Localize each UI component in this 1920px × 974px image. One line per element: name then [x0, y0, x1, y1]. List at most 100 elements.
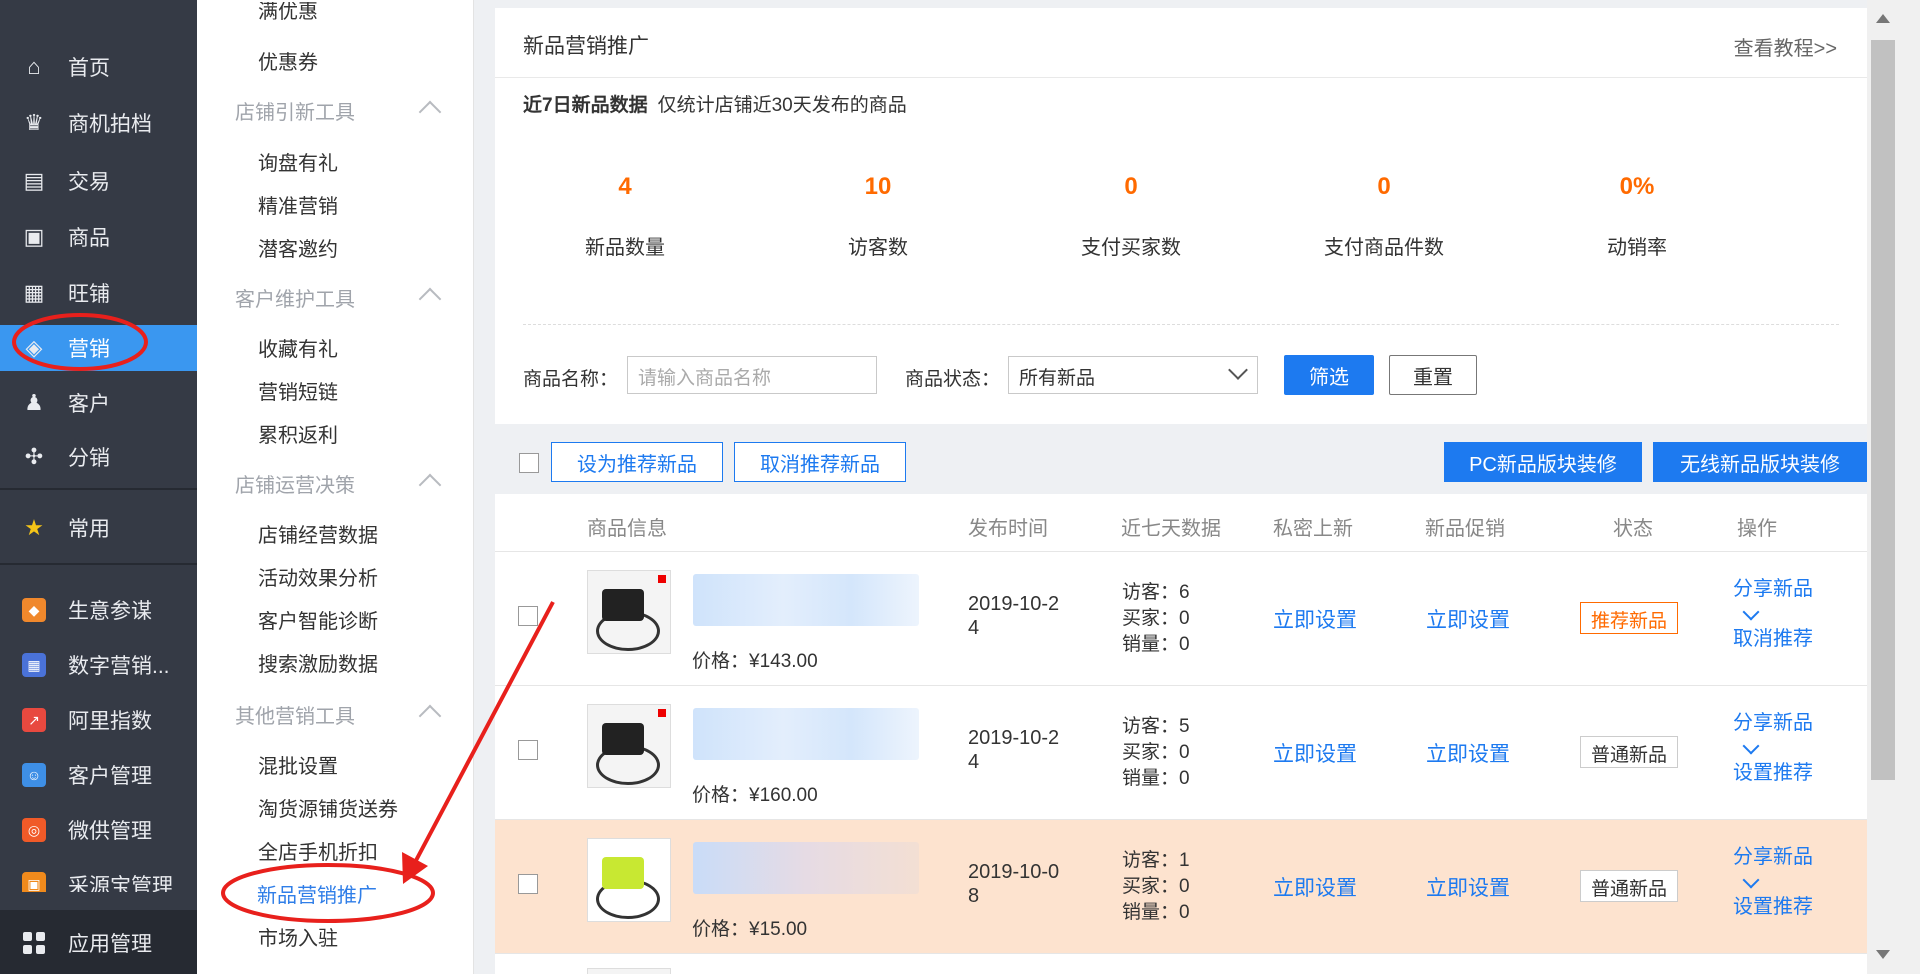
set-recommended-button[interactable]: 设为推荐新品 — [551, 442, 723, 482]
share-product-link[interactable]: 分享新品 — [1733, 844, 1843, 870]
chevron-up-icon[interactable] — [418, 473, 442, 497]
clipboard-icon: ▤ — [23, 168, 45, 193]
product-name-input[interactable]: 请输入商品名称 — [627, 356, 877, 394]
promo-setup-link[interactable]: 立即设置 — [1426, 738, 1510, 768]
subnav-group-title[interactable]: 店铺运营决策 — [235, 469, 355, 498]
product-price: 价格：¥160.00 — [692, 785, 818, 806]
share-icon: ✣ — [24, 444, 44, 469]
view-tutorial-link[interactable]: 查看教程>> — [1734, 32, 1837, 61]
product-name-label: 商品名称： — [523, 369, 619, 390]
nav-item-label: 应用管理 — [68, 933, 152, 956]
nav-item-store[interactable]: ▦ 旺铺 — [0, 270, 197, 316]
scrollbar-thumb[interactable] — [1871, 40, 1895, 780]
subnav-item-coupon[interactable]: 优惠券 — [258, 46, 318, 75]
nav-item-label: 商机拍档 — [68, 113, 152, 136]
subnav-group-title[interactable]: 客户维护工具 — [235, 283, 355, 312]
pc-decor-button[interactable]: PC新品版块装修 — [1444, 442, 1642, 482]
nav-item-customers[interactable]: ♟ 客户 — [0, 380, 197, 426]
scroll-up-arrow-icon[interactable] — [1876, 14, 1890, 23]
select-all-checkbox[interactable] — [519, 453, 539, 473]
grid-icon — [20, 929, 48, 957]
nav-app-customer-management[interactable]: ☺ 客户管理 — [0, 752, 197, 798]
nav-app-source-treasure[interactable]: ▣ 采源宝管理 — [0, 862, 197, 892]
product-title-blurred[interactable] — [693, 708, 919, 760]
star-icon: ★ — [24, 515, 44, 540]
nav-item-marketing[interactable]: ◈ 营销 — [0, 325, 197, 371]
stats-note: 仅统计店铺近30天发布的商品 — [657, 95, 907, 116]
subnav-item-short-link[interactable]: 营销短链 — [258, 376, 338, 405]
scroll-down-arrow-icon[interactable] — [1876, 950, 1890, 959]
subnav-item-new-product-promotion[interactable]: 新品营销推广 — [257, 879, 377, 908]
chevron-up-icon[interactable] — [418, 704, 442, 728]
promo-setup-link[interactable]: 立即设置 — [1426, 872, 1510, 902]
nav-app-business-advisor[interactable]: ◆ 生意参谋 — [0, 587, 197, 633]
set-recommend-link[interactable]: 设置推荐 — [1733, 760, 1843, 786]
chevron-down-icon[interactable] — [1742, 603, 1760, 621]
nav-item-trade[interactable]: ▤ 交易 — [0, 158, 197, 204]
subnav-item-full-discount[interactable]: 满优惠 — [258, 2, 318, 24]
reset-button[interactable]: 重置 — [1389, 355, 1477, 395]
nav-item-app-management[interactable]: 应用管理 — [0, 920, 197, 966]
chevron-up-icon[interactable] — [418, 100, 442, 124]
publish-date: 2019-10-2 4 — [968, 727, 1060, 773]
chevron-down-icon[interactable] — [1742, 737, 1760, 755]
product-title-blurred[interactable] — [693, 842, 919, 894]
stat-value: 0 — [1377, 173, 1391, 200]
status-badge: 推荐新品 — [1580, 602, 1679, 634]
set-recommend-link[interactable]: 设置推荐 — [1733, 894, 1843, 920]
nav-app-micro-supply[interactable]: ◎ 微供管理 — [0, 807, 197, 853]
cancel-recommended-button[interactable]: 取消推荐新品 — [734, 442, 906, 482]
seven-day-data: 访客：1 买家：0 销量：0 — [1122, 850, 1190, 923]
subnav-group-title[interactable]: 店铺引新工具 — [235, 96, 355, 125]
subnav-group-title[interactable]: 其他营销工具 — [235, 700, 355, 729]
chevron-down-icon[interactable] — [1742, 871, 1760, 889]
nav-app-ali-index[interactable]: ↗ 阿里指数 — [0, 697, 197, 743]
nav-item-home[interactable]: ⌂ 首页 — [0, 44, 197, 90]
subnav-item-market-entry[interactable]: 市场入驻 — [258, 922, 338, 951]
nav-item-distribution[interactable]: ✣ 分销 — [0, 434, 197, 480]
subnav-item-store-data[interactable]: 店铺经营数据 — [258, 519, 378, 548]
product-status-select[interactable]: 所有新品 — [1008, 356, 1258, 394]
private-launch-link[interactable]: 立即设置 — [1273, 872, 1357, 902]
table-row: 价格：¥15.00 2019-10-0 8 访客：1 买家：0 销量：0 立即设置 立… — [495, 820, 1867, 954]
product-thumbnail[interactable] — [587, 704, 671, 788]
nav-item-business-partner[interactable]: ♛ 商机拍档 — [0, 100, 197, 146]
filter-button[interactable]: 筛选 — [1284, 355, 1374, 395]
subnav-item-search-incentive[interactable]: 搜索激励数据 — [258, 648, 378, 677]
cancel-recommend-link[interactable]: 取消推荐 — [1733, 626, 1843, 652]
supply-icon: ◎ — [22, 818, 46, 842]
private-launch-link[interactable]: 立即设置 — [1273, 738, 1357, 768]
nav-item-products[interactable]: ▣ 商品 — [0, 214, 197, 260]
product-thumbnail[interactable] — [587, 838, 671, 922]
subnav-item-inquiry-gift[interactable]: 询盘有礼 — [258, 147, 338, 176]
column-header: 操作 — [1737, 518, 1777, 540]
subnav-item-cumulative-rebate[interactable]: 累积返利 — [258, 419, 338, 448]
subnav-item-prospect-invite[interactable]: 潜客邀约 — [258, 233, 338, 262]
subnav-item-favorite-gift[interactable]: 收藏有礼 — [258, 333, 338, 362]
promo-setup-link[interactable]: 立即设置 — [1426, 604, 1510, 634]
nav-app-digital-marketing[interactable]: ▦ 数字营销... — [0, 642, 197, 688]
source-icon: ▣ — [22, 872, 46, 892]
share-product-link[interactable]: 分享新品 — [1733, 710, 1843, 736]
private-launch-link[interactable]: 立即设置 — [1273, 604, 1357, 634]
chevron-up-icon[interactable] — [418, 287, 442, 311]
wireless-decor-button[interactable]: 无线新品版块装修 — [1653, 442, 1867, 482]
row-checkbox[interactable] — [518, 740, 538, 760]
nav-item-label: 旺铺 — [68, 283, 110, 306]
subnav-item-mobile-discount[interactable]: 全店手机折扣 — [258, 836, 378, 865]
subnav-item-mixed-batch[interactable]: 混批设置 — [258, 750, 338, 779]
row-checkbox[interactable] — [518, 606, 538, 626]
nav-item-favorites[interactable]: ★ 常用 — [0, 505, 197, 551]
crown-icon: ♛ — [24, 110, 44, 135]
subnav-item-taobao-coupon[interactable]: 淘货源铺货送券 — [258, 793, 398, 822]
vertical-scrollbar[interactable] — [1867, 0, 1920, 974]
subnav-item-campaign-analysis[interactable]: 活动效果分析 — [258, 562, 378, 591]
subnav-item-precise-marketing[interactable]: 精准营销 — [258, 190, 338, 219]
product-thumbnail[interactable] — [587, 570, 671, 654]
share-product-link[interactable]: 分享新品 — [1733, 576, 1843, 602]
product-thumbnail[interactable] — [587, 968, 671, 974]
product-title-blurred[interactable] — [693, 574, 919, 626]
nav-item-label: 交易 — [68, 171, 110, 194]
subnav-item-customer-diagnosis[interactable]: 客户智能诊断 — [258, 605, 378, 634]
row-checkbox[interactable] — [518, 874, 538, 894]
